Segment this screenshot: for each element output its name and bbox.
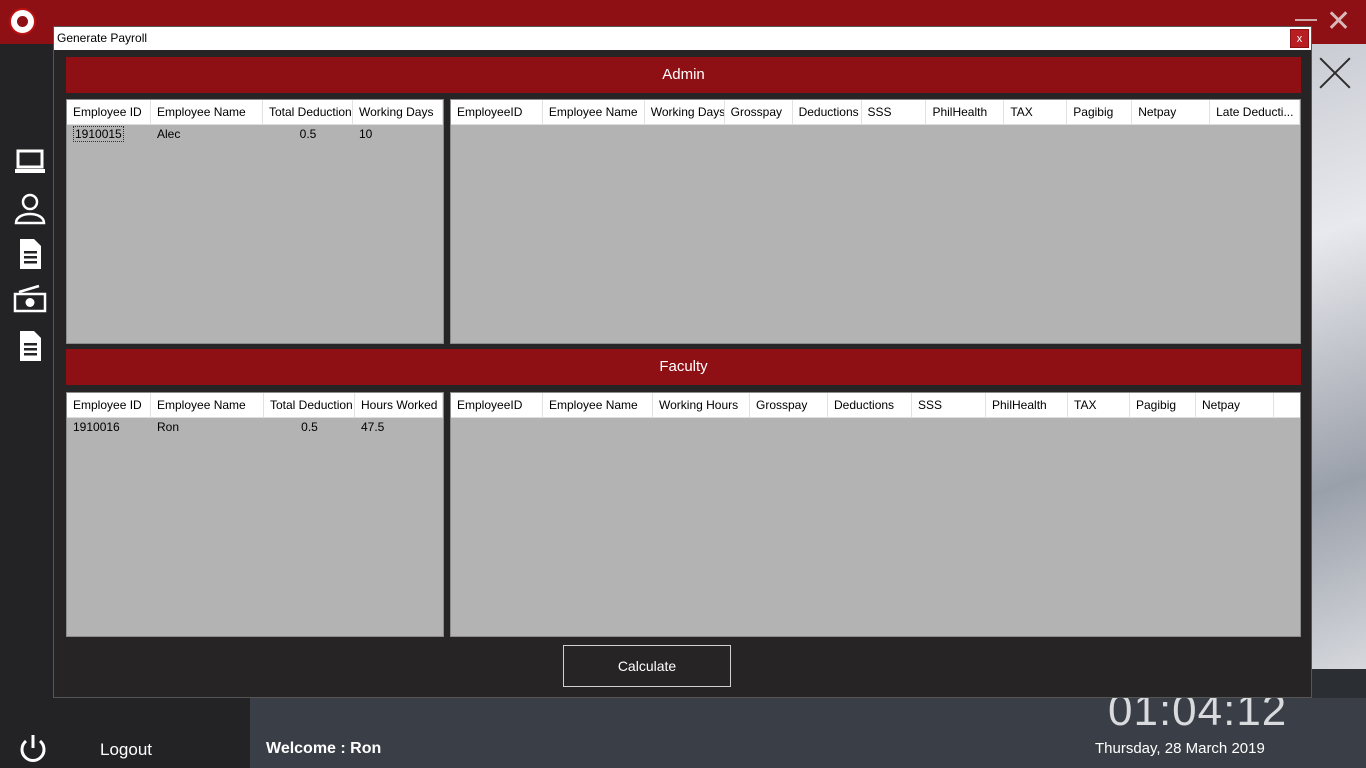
- admin-payroll-grid[interactable]: EmployeeID Employee Name Working Days Gr…: [450, 99, 1301, 344]
- column-header[interactable]: Employee ID: [67, 393, 151, 418]
- column-header[interactable]: Deductions: [793, 100, 862, 125]
- school-seal-logo: [9, 8, 36, 35]
- admin-employee-grid[interactable]: Employee ID Employee Name Total Deductio…: [66, 99, 444, 344]
- logout-button[interactable]: Logout: [100, 740, 152, 760]
- table-cell[interactable]: 47.5: [355, 418, 443, 436]
- admin-section-header: Admin: [66, 57, 1301, 93]
- table-cell[interactable]: Alec: [151, 125, 263, 143]
- grid-header: EmployeeID Employee Name Working Days Gr…: [451, 100, 1300, 125]
- column-header[interactable]: Grosspay: [750, 393, 828, 418]
- column-header[interactable]: Employee Name: [543, 393, 653, 418]
- column-header[interactable]: TAX: [1068, 393, 1130, 418]
- column-header[interactable]: SSS: [862, 100, 927, 125]
- close-icon[interactable]: ✕: [1326, 7, 1351, 37]
- faculty-section-header: Faculty: [66, 349, 1301, 385]
- faculty-payroll-grid[interactable]: EmployeeID Employee Name Working Hours G…: [450, 392, 1301, 637]
- grid-header: EmployeeID Employee Name Working Hours G…: [451, 393, 1300, 418]
- column-header[interactable]: EmployeeID: [451, 100, 543, 125]
- column-header[interactable]: Working Days: [645, 100, 725, 125]
- laptop-icon[interactable]: [10, 144, 50, 180]
- column-header[interactable]: Total Deduction: [264, 393, 355, 418]
- column-header[interactable]: TAX: [1004, 100, 1068, 125]
- grid-header: Employee ID Employee Name Total Deductio…: [67, 100, 443, 125]
- table-cell[interactable]: 1910015: [67, 125, 151, 143]
- column-header[interactable]: Employee ID: [67, 100, 151, 125]
- money-icon[interactable]: [10, 282, 50, 318]
- column-header[interactable]: PhilHealth: [986, 393, 1068, 418]
- column-header[interactable]: EmployeeID: [451, 393, 543, 418]
- dialog-title-bar: Generate Payroll x: [54, 27, 1311, 50]
- user-icon[interactable]: [10, 190, 50, 226]
- column-header[interactable]: Employee Name: [151, 393, 264, 418]
- column-header[interactable]: Employee Name: [151, 100, 263, 125]
- column-header[interactable]: Working Hours: [653, 393, 750, 418]
- column-header[interactable]: Deductions: [828, 393, 912, 418]
- table-cell[interactable]: 0.5: [263, 125, 353, 143]
- table-cell[interactable]: Ron: [151, 418, 264, 436]
- dialog-close-button[interactable]: x: [1290, 29, 1309, 48]
- column-header[interactable]: Pagibig: [1130, 393, 1196, 418]
- column-header[interactable]: Total Deduction: [263, 100, 353, 125]
- column-header[interactable]: Late Deducti...: [1210, 100, 1300, 125]
- table-cell[interactable]: 0.5: [264, 418, 355, 436]
- column-header[interactable]: Hours Worked: [355, 393, 443, 418]
- column-header[interactable]: Employee Name: [543, 100, 645, 125]
- power-icon[interactable]: [17, 733, 49, 765]
- column-header[interactable]: Working Days: [353, 100, 443, 125]
- file-icon[interactable]: [10, 328, 50, 364]
- column-header[interactable]: Pagibig: [1067, 100, 1133, 125]
- date-label: Thursday, 28 March 2019: [1095, 740, 1265, 757]
- cell-text: 1910015: [73, 126, 124, 142]
- calculate-button[interactable]: Calculate: [563, 645, 731, 687]
- table-cell[interactable]: 10: [353, 125, 443, 143]
- column-header[interactable]: PhilHealth: [926, 100, 1005, 125]
- table-cell[interactable]: 1910016: [67, 418, 151, 436]
- table-row[interactable]: 1910016 Ron 0.5 47.5: [67, 418, 443, 436]
- column-header[interactable]: Netpay: [1196, 393, 1274, 418]
- background-photo: [1312, 44, 1366, 669]
- close-icon[interactable]: [1314, 52, 1356, 94]
- document-icon[interactable]: [10, 236, 50, 272]
- column-header[interactable]: SSS: [912, 393, 986, 418]
- grid-header: Employee ID Employee Name Total Deductio…: [67, 393, 443, 418]
- welcome-text: Welcome : Ron: [266, 740, 382, 757]
- column-header[interactable]: Netpay: [1132, 100, 1211, 125]
- table-row[interactable]: 1910015 Alec 0.5 10: [67, 125, 443, 143]
- dialog-title: Generate Payroll: [57, 31, 148, 45]
- generate-payroll-dialog: Generate Payroll x Admin Employee ID Emp…: [53, 26, 1312, 698]
- sidebar: [0, 44, 60, 768]
- faculty-employee-grid[interactable]: Employee ID Employee Name Total Deductio…: [66, 392, 444, 637]
- column-header[interactable]: Grosspay: [725, 100, 793, 125]
